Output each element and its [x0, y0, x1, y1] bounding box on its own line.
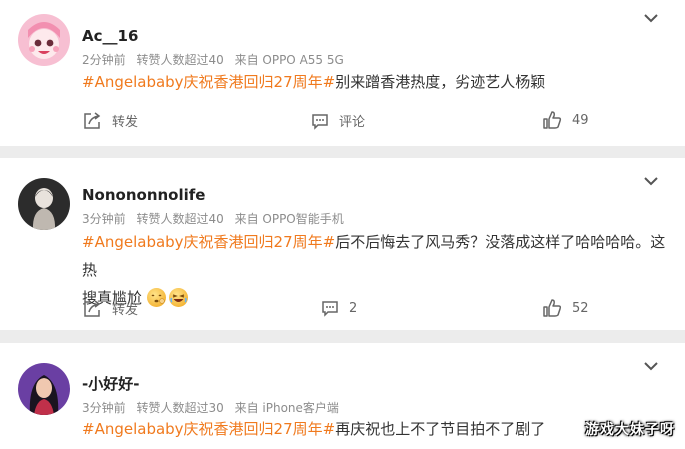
repost-button[interactable]: 转发 [83, 299, 138, 318]
comment-label: 评论 [339, 115, 366, 130]
chevron-down-icon[interactable] [643, 12, 659, 24]
like-count: 52 [572, 300, 589, 316]
repost-label: 转发 [112, 115, 139, 130]
comment-card: -小好好- 3分钟前 转赞人数超过30 来自 iPhone客户端 #Angela… [0, 343, 685, 449]
repost-icon [84, 299, 101, 317]
comment-button[interactable]: 评论 [311, 111, 365, 130]
source-device: 来自 OPPO智能手机 [234, 212, 344, 226]
watermark: 游戏大妹子呀 [585, 422, 675, 438]
avatar[interactable] [18, 363, 70, 415]
username[interactable]: -小好好- [82, 373, 139, 394]
repost-label: 转发 [112, 303, 139, 318]
like-button[interactable]: 49 [543, 111, 589, 129]
source-device: 来自 OPPO A55 5G [234, 53, 344, 67]
comment-icon [322, 301, 338, 317]
comment-button[interactable]: 2 [321, 299, 357, 317]
timestamp: 3分钟前 [82, 401, 126, 415]
like-icon [543, 111, 562, 129]
like-button[interactable]: 52 [543, 299, 589, 317]
username[interactable]: Ac__16 [82, 27, 138, 45]
like-icon [543, 299, 562, 317]
chevron-down-icon[interactable] [643, 360, 659, 372]
avatar[interactable] [18, 14, 70, 66]
comment-count: 2 [349, 300, 358, 316]
comment-meta: 3分钟前 转赞人数超过40 来自 OPPO智能手机 [82, 210, 351, 227]
hashtag-link[interactable]: #Angelababy庆祝香港回归27周年# [82, 420, 335, 438]
comment-card: Nonononnolife 3分钟前 转赞人数超过40 来自 OPPO智能手机 … [0, 158, 685, 330]
comment-text: #Angelababy庆祝香港回归27周年#别来蹭香港热度，劣迹艺人杨颖 [82, 68, 667, 96]
timestamp: 2分钟前 [82, 53, 126, 67]
comment-meta: 3分钟前 转赞人数超过30 来自 iPhone客户端 [82, 399, 346, 416]
username[interactable]: Nonononnolife [82, 186, 205, 204]
shy-emoji-icon [146, 288, 166, 307]
hashtag-link[interactable]: #Angelababy庆祝香港回归27周年# [82, 73, 335, 91]
repost-icon [84, 111, 101, 129]
avatar[interactable] [18, 178, 70, 230]
repost-button[interactable]: 转发 [83, 111, 138, 130]
comment-icon [312, 113, 328, 130]
repost-stats: 转赞人数超过40 [136, 212, 224, 226]
chevron-down-icon[interactable] [643, 175, 659, 187]
laugh-emoji-icon [168, 288, 188, 307]
timestamp: 3分钟前 [82, 212, 126, 226]
repost-stats: 转赞人数超过40 [136, 53, 224, 67]
comment-body: 再庆祝也上不了节目拍不了剧了 [335, 420, 546, 438]
comment-text: #Angelababy庆祝香港回归27周年#再庆祝也上不了节目拍不了剧了 [82, 415, 667, 443]
comment-meta: 2分钟前 转赞人数超过40 来自 OPPO A55 5G [82, 51, 351, 68]
comment-body: 别来蹭香港热度，劣迹艺人杨颖 [335, 73, 546, 91]
comment-card: Ac__16 2分钟前 转赞人数超过40 来自 OPPO A55 5G #Ang… [0, 0, 685, 146]
hashtag-link[interactable]: #Angelababy庆祝香港回归27周年# [82, 233, 335, 251]
repost-stats: 转赞人数超过30 [136, 401, 224, 415]
source-device: 来自 iPhone客户端 [234, 401, 339, 415]
like-count: 49 [572, 112, 589, 128]
